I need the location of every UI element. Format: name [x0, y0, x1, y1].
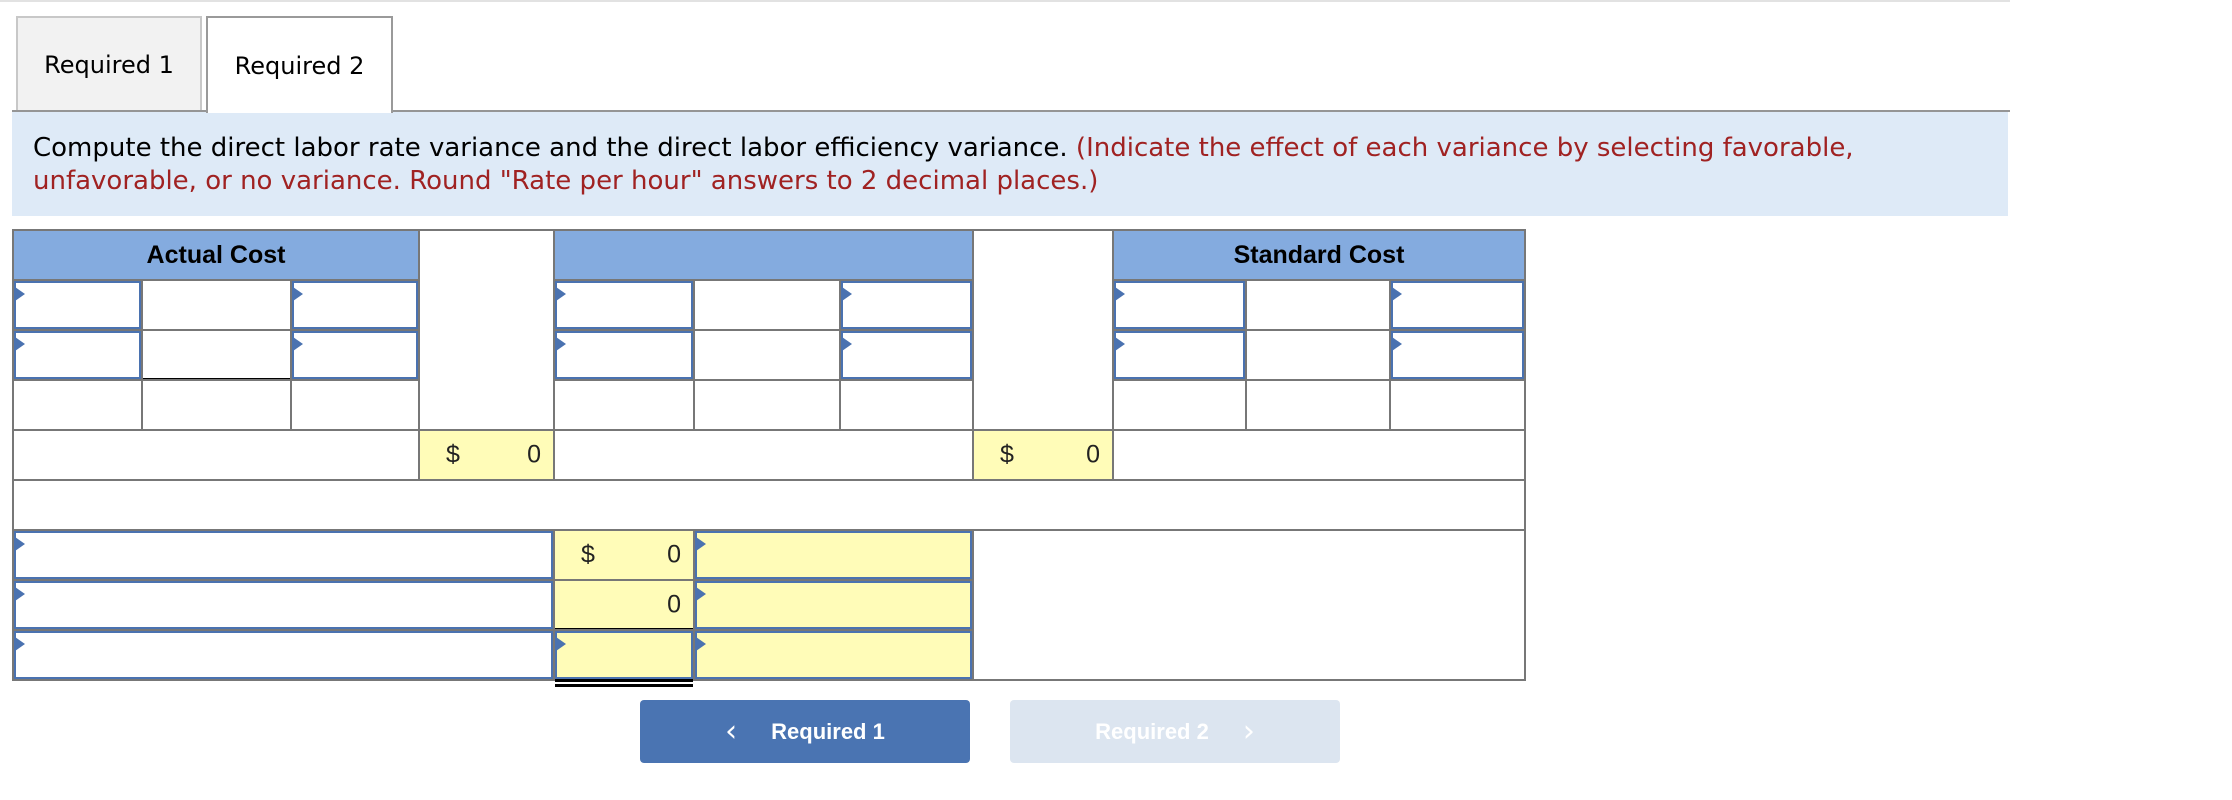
dropdown-marker-icon	[556, 287, 566, 301]
prev-button-label: Required 1	[771, 718, 885, 744]
middle-total-spacer	[553, 429, 974, 481]
total-double-underline-bottom	[555, 684, 693, 687]
next-required-2-button: Required 2 ›	[1010, 700, 1340, 763]
variance-2-amount: 0	[553, 579, 695, 631]
prev-required-1-button[interactable]: ‹ Required 1	[640, 700, 970, 763]
actual-row2-col3-select[interactable]	[290, 329, 420, 381]
dropdown-marker-icon	[1392, 337, 1402, 351]
middle-row2-col2-input[interactable]	[693, 329, 841, 381]
middle-row1-col2-input[interactable]	[693, 279, 841, 331]
dropdown-marker-icon	[15, 337, 25, 351]
middle-row2-col3-select[interactable]	[839, 329, 974, 381]
middle-row1-col1-select[interactable]	[553, 279, 695, 331]
dropdown-marker-icon	[696, 537, 706, 551]
actual-total-spacer	[12, 429, 420, 481]
currency-symbol: $	[1000, 440, 1014, 469]
tab-label: Required 1	[44, 50, 174, 79]
instructions-panel: Compute the direct labor rate variance a…	[12, 112, 2008, 216]
tab-label: Required 2	[234, 51, 365, 80]
variance-2-value: 0	[667, 590, 681, 619]
actual-row2-col2-input[interactable]	[141, 329, 292, 381]
dropdown-marker-icon	[696, 587, 706, 601]
dropdown-marker-icon	[556, 637, 566, 651]
variance-blank-area	[972, 529, 1526, 681]
top-divider	[0, 0, 2010, 2]
tab-required-1[interactable]: Required 1	[16, 16, 202, 111]
standard-row1-col1-select[interactable]	[1112, 279, 1247, 331]
middle-row3-col3	[839, 379, 974, 431]
dropdown-marker-icon	[1115, 287, 1125, 301]
standard-row2-col3-select[interactable]	[1389, 329, 1526, 381]
variance-1-label-select[interactable]	[12, 529, 555, 581]
currency-symbol: $	[446, 440, 460, 469]
variance-2-label-select[interactable]	[12, 579, 555, 631]
actual-row2-col1-select[interactable]	[12, 329, 143, 381]
standard-row3-col2	[1245, 379, 1391, 431]
separator-row	[12, 479, 1526, 531]
dropdown-marker-icon	[293, 337, 303, 351]
middle-row1-col3-select[interactable]	[839, 279, 974, 331]
standard-row1-col3-select[interactable]	[1389, 279, 1526, 331]
header-actual-cost: Actual Cost	[12, 229, 420, 281]
actual-row3-col1	[12, 379, 143, 431]
middle-cost-total-value: 0	[1086, 440, 1100, 469]
middle-cost-total: $ 0	[972, 429, 1114, 481]
variance-1-amount: $ 0	[553, 529, 695, 581]
variance-total-effect-select[interactable]	[693, 629, 974, 681]
dropdown-marker-icon	[1115, 337, 1125, 351]
header-middle	[553, 229, 974, 281]
header-actual-cost-label: Actual Cost	[146, 240, 286, 269]
actual-row3-col2	[141, 379, 292, 431]
total-double-underline-top	[555, 679, 693, 682]
next-button-label: Required 2	[1095, 718, 1209, 744]
actual-row3-col3	[290, 379, 420, 431]
middle-row3-col1	[553, 379, 695, 431]
currency-symbol: $	[581, 540, 595, 569]
dropdown-marker-icon	[15, 587, 25, 601]
dropdown-marker-icon	[15, 537, 25, 551]
dropdown-marker-icon	[556, 337, 566, 351]
standard-row3-col3	[1389, 379, 1526, 431]
actual-cost-total: $ 0	[418, 429, 555, 481]
spacer-column-1	[418, 229, 555, 431]
dropdown-marker-icon	[15, 287, 25, 301]
variance-1-effect-select[interactable]	[693, 529, 974, 581]
middle-row3-col2	[693, 379, 841, 431]
dropdown-marker-icon	[842, 337, 852, 351]
variance-2-effect-select[interactable]	[693, 579, 974, 631]
actual-row1-col1-select[interactable]	[12, 279, 143, 331]
dropdown-marker-icon	[15, 637, 25, 651]
chevron-right-icon: ›	[1242, 714, 1255, 749]
actual-row1-col2-input[interactable]	[141, 279, 292, 331]
standard-row2-col2-input[interactable]	[1245, 329, 1391, 381]
chevron-left-icon: ‹	[725, 714, 738, 749]
variance-1-value: 0	[667, 540, 681, 569]
standard-row1-col2-input[interactable]	[1245, 279, 1391, 331]
instructions-text: Compute the direct labor rate variance a…	[33, 133, 1068, 163]
standard-total-spacer	[1112, 429, 1526, 481]
standard-row3-col1	[1112, 379, 1247, 431]
dropdown-marker-icon	[1392, 287, 1402, 301]
tab-required-2[interactable]: Required 2	[206, 16, 393, 113]
standard-row2-col1-select[interactable]	[1112, 329, 1247, 381]
middle-row2-col1-select[interactable]	[553, 329, 695, 381]
dropdown-marker-icon	[842, 287, 852, 301]
actual-row1-col3-select[interactable]	[290, 279, 420, 331]
header-standard-cost: Standard Cost	[1112, 229, 1526, 281]
header-standard-cost-label: Standard Cost	[1233, 240, 1405, 269]
dropdown-marker-icon	[293, 287, 303, 301]
actual-cost-total-value: 0	[527, 440, 541, 469]
spacer-column-2	[972, 229, 1114, 431]
variance-total-amount-input[interactable]	[553, 629, 695, 681]
dropdown-marker-icon	[696, 637, 706, 651]
variance-total-label-select[interactable]	[12, 629, 555, 681]
